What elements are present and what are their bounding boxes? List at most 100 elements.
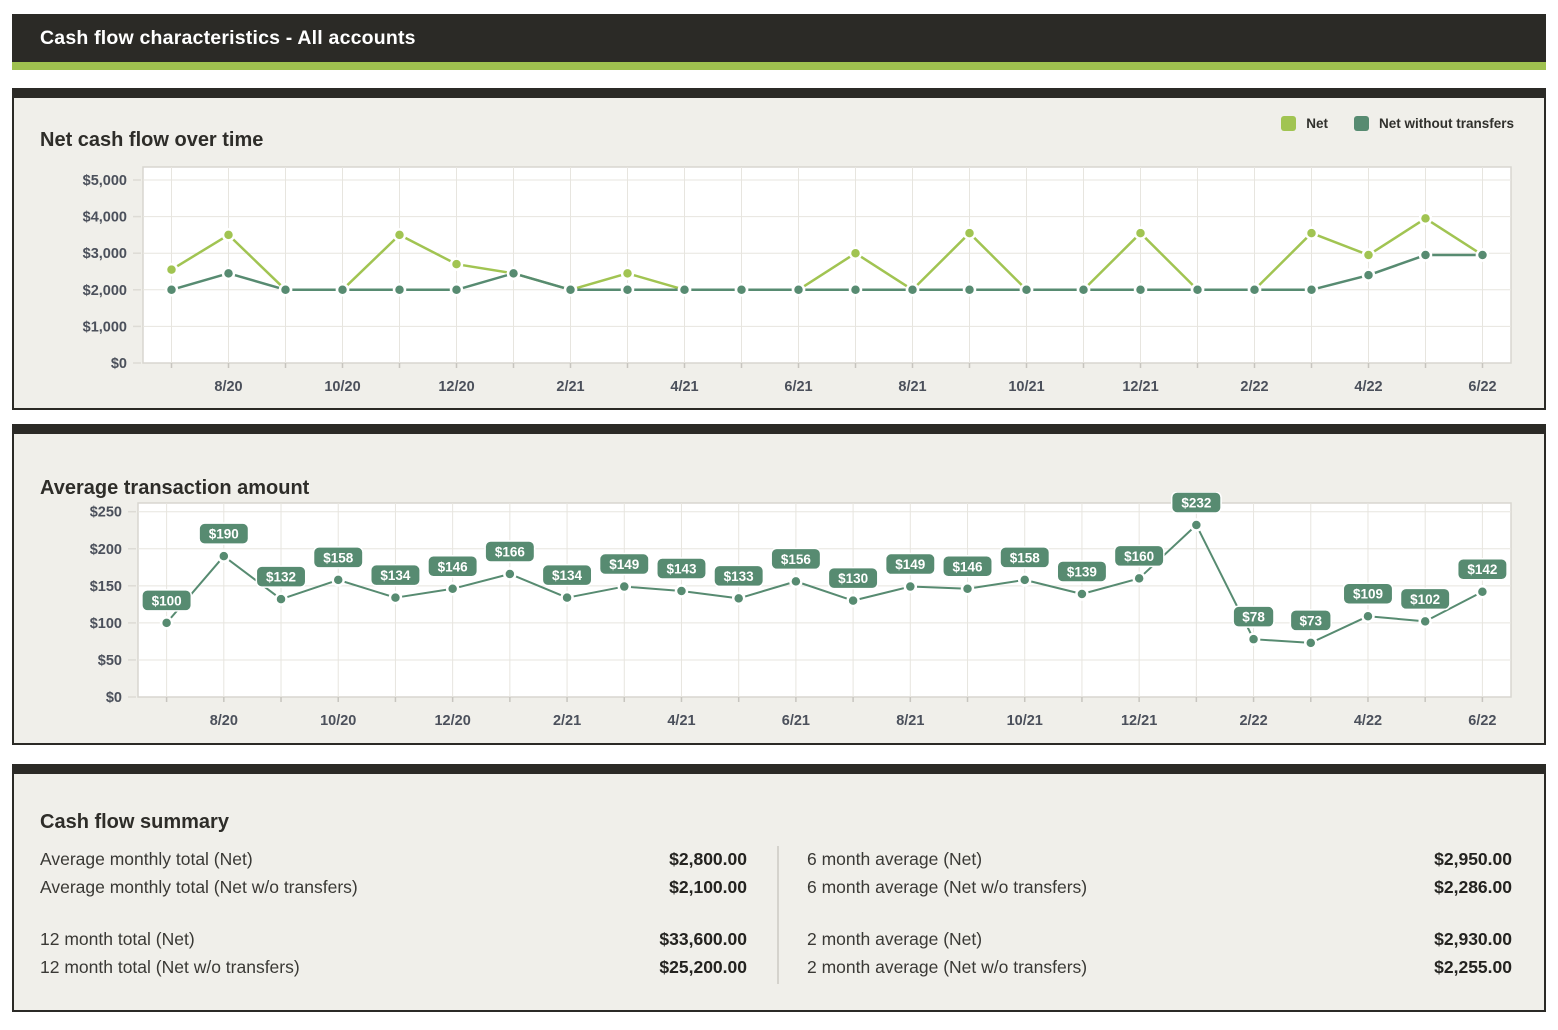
summary-label: 2 month average (Net) [807,926,982,954]
summary-row: 2 month average (Net w/o transfers) $2,2… [807,954,1512,982]
svg-text:8/21: 8/21 [898,379,926,395]
svg-text:2/21: 2/21 [553,713,581,729]
svg-text:2/22: 2/22 [1239,713,1267,729]
svg-text:6/22: 6/22 [1468,713,1496,729]
net-cash-flow-panel: Net cash flow over time Net Net without … [12,88,1546,410]
accent-stripe [12,62,1546,70]
summary-label: 2 month average (Net w/o transfers) [807,954,1087,982]
summary-row: 2 month average (Net) $2,930.00 [807,926,1512,954]
summary-value: $2,286.00 [1434,874,1512,902]
svg-text:$109: $109 [1353,587,1383,602]
summary-row: Average monthly total (Net) $2,800.00 [40,846,747,874]
svg-text:$1,000: $1,000 [83,319,127,335]
summary-value: $2,930.00 [1434,926,1512,954]
svg-text:$142: $142 [1467,562,1497,577]
svg-text:$139: $139 [1067,564,1097,579]
summary-row: 12 month total (Net) $33,600.00 [40,926,747,954]
cash-flow-summary-title: Cash flow summary [40,811,229,834]
svg-text:$232: $232 [1181,496,1211,511]
svg-text:$149: $149 [895,557,925,572]
svg-text:4/22: 4/22 [1354,713,1382,729]
summary-value: $33,600.00 [659,926,747,954]
svg-text:12/20: 12/20 [434,713,470,729]
svg-text:8/20: 8/20 [214,379,242,395]
svg-text:$150: $150 [90,579,122,595]
svg-text:$130: $130 [838,571,868,586]
summary-value: $2,800.00 [669,846,747,874]
summary-row: 6 month average (Net w/o transfers) $2,2… [807,874,1512,902]
svg-text:$2,000: $2,000 [83,283,127,299]
svg-text:$250: $250 [90,505,122,521]
svg-text:12/20: 12/20 [438,379,474,395]
summary-label: Average monthly total (Net w/o transfers… [40,874,358,902]
svg-text:$50: $50 [98,653,122,669]
summary-right-column: 6 month average (Net) $2,950.00 6 month … [807,846,1512,981]
svg-text:$158: $158 [323,550,354,565]
svg-text:$156: $156 [781,552,812,567]
average-transaction-chart: 8/2010/2012/202/214/216/218/2110/2112/21… [14,492,1544,737]
svg-text:$78: $78 [1242,610,1265,625]
svg-text:$3,000: $3,000 [83,246,127,262]
svg-text:$158: $158 [1010,550,1041,565]
summary-value: $2,100.00 [669,874,747,902]
svg-text:$0: $0 [111,356,127,372]
summary-label: Average monthly total (Net) [40,846,253,874]
svg-text:10/21: 10/21 [1007,713,1043,729]
svg-text:$100: $100 [90,616,122,632]
summary-value: $25,200.00 [659,954,747,982]
svg-text:4/22: 4/22 [1354,379,1382,395]
summary-label: 6 month average (Net) [807,846,982,874]
report-header: Cash flow characteristics - All accounts [12,14,1546,62]
summary-label: 12 month total (Net) [40,926,195,954]
net-cash-flow-chart: 8/2010/2012/202/214/216/218/2110/2112/21… [14,148,1544,398]
svg-text:8/21: 8/21 [896,713,924,729]
svg-text:$134: $134 [380,568,411,583]
svg-text:6/22: 6/22 [1468,379,1496,395]
summary-row: 6 month average (Net) $2,950.00 [807,846,1512,874]
summary-label: 12 month total (Net w/o transfers) [40,954,300,982]
svg-text:$160: $160 [1124,549,1154,564]
svg-text:6/21: 6/21 [784,379,812,395]
svg-text:$166: $166 [495,544,526,559]
svg-text:$149: $149 [609,557,639,572]
summary-row: Average monthly total (Net w/o transfers… [40,874,747,902]
summary-left-column: Average monthly total (Net) $2,800.00 Av… [40,846,747,981]
svg-text:12/21: 12/21 [1121,713,1157,729]
svg-text:$132: $132 [266,570,296,585]
summary-value: $2,255.00 [1434,954,1512,982]
svg-text:10/21: 10/21 [1008,379,1044,395]
average-transaction-panel: Average transaction amount 8/2010/2012/2… [12,424,1546,745]
report-title: Cash flow characteristics - All accounts [40,27,416,50]
svg-text:12/21: 12/21 [1122,379,1158,395]
svg-text:$146: $146 [952,559,983,574]
svg-text:$100: $100 [152,593,182,608]
svg-text:$5,000: $5,000 [83,173,127,189]
summary-value: $2,950.00 [1434,846,1512,874]
svg-text:$190: $190 [209,527,239,542]
svg-text:$134: $134 [552,568,583,583]
legend-net-label: Net [1306,116,1328,131]
svg-text:2/21: 2/21 [556,379,584,395]
summary-label: 6 month average (Net w/o transfers) [807,874,1087,902]
svg-text:$200: $200 [90,542,122,558]
svg-text:10/20: 10/20 [320,713,356,729]
svg-text:10/20: 10/20 [324,379,360,395]
legend-item-net[interactable]: Net [1281,116,1328,131]
svg-text:$143: $143 [666,562,697,577]
svg-text:$4,000: $4,000 [83,210,127,226]
net-without-transfers-swatch-icon [1354,116,1369,131]
chart-legend: Net Net without transfers [1281,116,1514,131]
svg-text:$102: $102 [1410,592,1440,607]
svg-text:$0: $0 [106,690,122,706]
svg-text:$133: $133 [724,569,755,584]
legend-item-net-without-transfers[interactable]: Net without transfers [1354,116,1514,131]
svg-text:8/20: 8/20 [210,713,238,729]
svg-text:4/21: 4/21 [667,713,695,729]
svg-text:$146: $146 [438,559,469,574]
net-swatch-icon [1281,116,1296,131]
legend-net-without-transfers-label: Net without transfers [1379,116,1514,131]
svg-text:2/22: 2/22 [1240,379,1268,395]
cash-flow-summary-panel: Cash flow summary Average monthly total … [12,764,1546,1012]
summary-row: 12 month total (Net w/o transfers) $25,2… [40,954,747,982]
summary-column-divider [777,846,779,984]
